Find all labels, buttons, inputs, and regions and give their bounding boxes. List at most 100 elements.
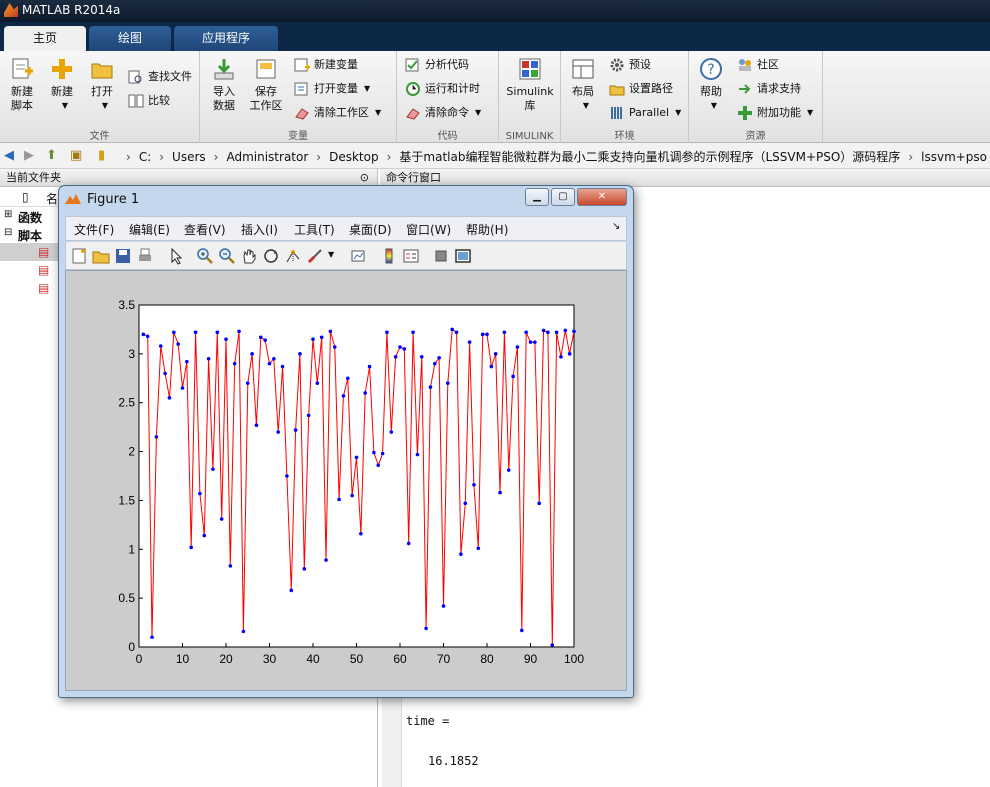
find-files-button[interactable]: 查找文件 <box>128 67 192 87</box>
data-point <box>498 490 502 495</box>
breadcrumb-separator-icon[interactable]: › <box>908 150 913 164</box>
forward-arrow-icon[interactable]: ▶ <box>24 148 34 163</box>
matlab-logo-icon <box>65 194 81 204</box>
menu-desktop[interactable]: 桌面(D) <box>349 221 392 238</box>
breadcrumb-item[interactable]: Desktop <box>329 150 379 164</box>
show-plot-tools-icon[interactable] <box>454 247 472 265</box>
pointer-arrow-icon[interactable] <box>168 247 186 265</box>
preferences-button[interactable]: 预设 <box>609 55 651 75</box>
m-file-icon: ▤ <box>38 281 50 295</box>
analyze-code-button[interactable]: 分析代码 <box>405 55 469 75</box>
figure-window[interactable]: Figure 1 ▁ ▢ ✕ 文件(F) 编辑(E) 查看(V) 插入(I) 工… <box>58 185 634 698</box>
new-script-button[interactable]: 新建 脚本 <box>2 57 42 113</box>
request-support-button[interactable]: 请求支持 <box>737 79 801 99</box>
clear-workspace-button[interactable]: 清除工作区 ▼ <box>294 103 381 123</box>
open-button[interactable]: 打开 ▼ <box>82 57 122 113</box>
data-point <box>559 354 563 359</box>
close-button[interactable]: ✕ <box>577 188 627 206</box>
link-plot-icon[interactable] <box>350 247 368 265</box>
simulink-library-button[interactable]: Simulink 库 <box>505 57 555 113</box>
colorbar-icon[interactable] <box>380 247 398 265</box>
save-icon[interactable] <box>114 247 132 265</box>
breadcrumb-separator-icon[interactable]: › <box>316 150 321 164</box>
menu-window[interactable]: 窗口(W) <box>406 221 451 238</box>
hide-plot-tools-icon[interactable] <box>432 247 450 265</box>
data-point <box>293 428 298 432</box>
minimize-button[interactable]: ▁ <box>525 188 549 206</box>
up-folder-icon[interactable]: ⬆ <box>46 148 57 163</box>
clear-commands-button[interactable]: 清除命令 ▼ <box>405 103 481 123</box>
expand-icon[interactable]: ⊞ <box>4 209 12 220</box>
help-button[interactable]: ? 帮助 ▼ <box>691 57 731 113</box>
new-variable-button[interactable]: 新建变量 <box>294 55 358 75</box>
chevron-down-icon[interactable]: ▼ <box>328 250 334 259</box>
data-point <box>437 355 441 360</box>
menu-help[interactable]: 帮助(H) <box>466 221 508 238</box>
address-bar: ◀ ▶ ⬆ ▣ ▮ › C: › Users › Administrator › Deskto… <box>0 143 990 169</box>
variable-group-label: 变量 <box>288 131 308 142</box>
run-time-icon <box>406 82 420 96</box>
breadcrumb-separator-icon[interactable]: › <box>214 150 219 164</box>
set-path-button[interactable]: 设置路径 <box>609 79 673 99</box>
x-tick-label: 40 <box>306 652 320 666</box>
data-point <box>180 386 185 390</box>
back-arrow-icon[interactable]: ◀ <box>4 148 14 163</box>
legend-icon[interactable] <box>402 247 420 265</box>
tab-home[interactable]: 主页 <box>4 26 86 51</box>
pan-hand-icon[interactable] <box>240 247 258 265</box>
breadcrumb-item[interactable]: 基于matlab编程智能微粒群为最小二乘支持向量机调参的示例程序（LSSVM+P… <box>399 150 900 164</box>
run-and-time-button[interactable]: 运行和计时 <box>405 79 480 99</box>
panel-menu-icon[interactable]: ⊙ <box>360 169 369 186</box>
new-figure-icon[interactable] <box>70 247 88 265</box>
import-data-button[interactable]: 导入 数据 <box>204 57 244 113</box>
layout-button[interactable]: 布局 ▼ <box>563 57 603 113</box>
save-workspace-button[interactable]: 保存 工作区 <box>246 57 286 113</box>
browse-folder-icon[interactable]: ▣ <box>70 148 82 163</box>
open-variable-button[interactable]: 打开变量 ▼ <box>294 79 370 99</box>
menu-edit[interactable]: 编辑(E) <box>129 221 170 238</box>
breadcrumb-item[interactable]: lssvm+pso <box>921 150 987 164</box>
data-cursor-icon[interactable] <box>284 247 302 265</box>
simulink-label-1: Simulink <box>506 85 554 98</box>
data-point <box>480 332 485 337</box>
breadcrumb-separator-icon[interactable]: › <box>387 150 392 164</box>
brush-icon[interactable] <box>306 247 324 265</box>
line-plot[interactable]: 0 10 20 30 40 50 60 70 80 90 100 0 0.5 1 1.5 2 2.5 3 3.5 <box>66 271 628 692</box>
data-point <box>185 359 189 364</box>
print-icon[interactable] <box>136 247 154 265</box>
name-column-label[interactable]: 名 <box>46 190 58 207</box>
rotate-3d-icon[interactable] <box>262 247 280 265</box>
tab-apps[interactable]: 应用程序 <box>174 26 278 51</box>
addons-button[interactable]: 附加功能 ▼ <box>737 103 813 123</box>
zoom-in-icon[interactable] <box>196 247 214 265</box>
open-file-icon[interactable] <box>92 247 110 265</box>
breadcrumb-separator-icon[interactable]: › <box>159 150 164 164</box>
plus-icon <box>52 59 72 79</box>
data-point <box>306 413 311 418</box>
menu-view[interactable]: 查看(V) <box>184 221 226 238</box>
breadcrumb-item[interactable]: Administrator <box>226 150 308 164</box>
community-button[interactable]: 社区 <box>737 55 779 75</box>
menu-insert[interactable]: 插入(I) <box>241 221 278 238</box>
breadcrumb-separator-icon[interactable]: › <box>126 150 131 164</box>
figure-canvas[interactable]: 0 10 20 30 40 50 60 70 80 90 100 0 0.5 1 1.5 2 2.5 3 3.5 <box>65 270 627 691</box>
zoom-out-icon[interactable] <box>218 247 236 265</box>
analyze-code-label: 分析代码 <box>425 58 469 71</box>
breadcrumb-item[interactable]: C: <box>139 150 151 164</box>
help-icon: ? <box>700 58 722 80</box>
dock-arrow-icon[interactable]: ↘ <box>612 221 620 232</box>
compare-button[interactable]: 比较 <box>128 91 170 111</box>
x-tick-label: 10 <box>176 652 190 666</box>
data-point <box>172 330 176 335</box>
data-point <box>450 327 455 332</box>
breadcrumb-item[interactable]: Users <box>172 150 206 164</box>
collapse-icon[interactable]: ⊟ <box>4 227 12 238</box>
maximize-button[interactable]: ▢ <box>551 188 575 206</box>
new-button[interactable]: 新建 ▼ <box>42 57 82 113</box>
import-label-1: 导入 <box>213 85 235 98</box>
tab-plots[interactable]: 绘图 <box>89 26 171 51</box>
new-script-icon <box>12 58 33 79</box>
parallel-button[interactable]: Parallel ▼ <box>609 103 681 123</box>
menu-tools[interactable]: 工具(T) <box>294 221 335 238</box>
menu-file[interactable]: 文件(F) <box>74 221 114 238</box>
